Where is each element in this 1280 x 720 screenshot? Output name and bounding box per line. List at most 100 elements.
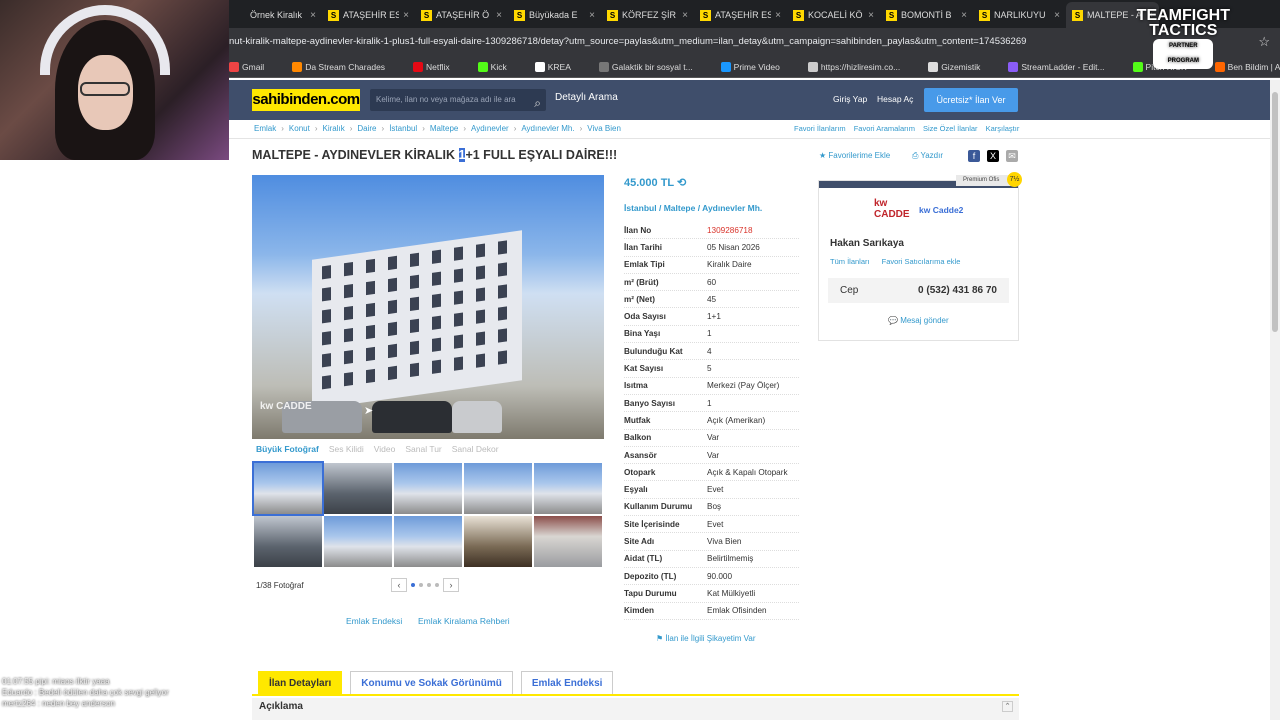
- photo-thumbnail[interactable]: [254, 516, 322, 567]
- rental-guide-link[interactable]: Emlak Kiralama Rehberi: [418, 616, 510, 626]
- emlak-endeksi-link[interactable]: Emlak Endeksi: [346, 616, 402, 626]
- bookmark-item[interactable]: Netflix: [413, 61, 464, 72]
- tab-close-icon[interactable]: ×: [775, 10, 781, 21]
- pager-dot[interactable]: [435, 583, 439, 587]
- photo-thumbnail[interactable]: [464, 463, 532, 514]
- price-history-icon[interactable]: ⟲: [677, 177, 686, 189]
- breadcrumb-item[interactable]: Konut: [289, 124, 310, 133]
- breadcrumb-item[interactable]: Daire: [357, 124, 376, 133]
- account-link[interactable]: Favori İlanlarım: [794, 124, 846, 133]
- login-link[interactable]: Giriş Yap: [833, 94, 867, 104]
- photo-thumbnail[interactable]: [464, 516, 532, 567]
- photo-tab[interactable]: Video: [374, 444, 396, 454]
- breadcrumb-item[interactable]: Viva Bien: [587, 124, 621, 133]
- photo-thumbnail[interactable]: [394, 516, 462, 567]
- prev-photo-button[interactable]: ‹: [391, 578, 407, 592]
- tab-label: ATAŞEHİR ES: [343, 10, 400, 20]
- complaint-link[interactable]: ⚑ İlan ile İlgili Şikayetim Var: [656, 634, 756, 643]
- tab-close-icon[interactable]: ×: [310, 10, 316, 21]
- add-favorite-link[interactable]: ★ Favorilerime Ekle: [819, 151, 890, 160]
- browser-tab[interactable]: S BOMONTİ B ×: [880, 2, 973, 28]
- photo-thumbnail[interactable]: [324, 516, 392, 567]
- breadcrumb-separator: ›: [422, 124, 425, 133]
- bookmark-item[interactable]: Gizemistik: [928, 61, 994, 72]
- bookmark-item[interactable]: https://hizliresim.co...: [807, 61, 914, 72]
- print-link[interactable]: ⎙ Yazdır: [912, 151, 943, 161]
- bookmark-item[interactable]: Da Stream Charades: [292, 61, 399, 72]
- photo-tab[interactable]: Büyük Fotoğraf: [256, 444, 319, 454]
- scrollbar-thumb[interactable]: [1272, 92, 1278, 332]
- tab-close-icon[interactable]: ×: [682, 10, 688, 21]
- breadcrumb-item[interactable]: Aydınevler: [471, 124, 509, 133]
- browser-tab[interactable]: S ATAŞEHİR ES ×: [322, 2, 415, 28]
- tab-close-icon[interactable]: ×: [961, 10, 967, 21]
- send-message-link[interactable]: 💬 Mesaj gönder: [888, 316, 949, 325]
- tab-close-icon[interactable]: ×: [1054, 10, 1060, 21]
- browser-tab[interactable]: S NARLIKUYU ×: [973, 2, 1066, 28]
- tab-close-icon[interactable]: ×: [403, 10, 409, 21]
- office-logo[interactable]: kw CADDE: [874, 198, 914, 220]
- browser-tab[interactable]: S Büyükada E ×: [508, 2, 601, 28]
- photo-thumbnail[interactable]: [252, 461, 324, 516]
- pager-dot[interactable]: [419, 583, 423, 587]
- location-link[interactable]: Maltepe: [664, 203, 696, 213]
- next-photo-button[interactable]: ›: [443, 578, 459, 592]
- photo-thumbnail[interactable]: [394, 463, 462, 514]
- location-link[interactable]: İstanbul: [624, 203, 657, 213]
- post-ad-button[interactable]: Ücretsiz* İlan Ver: [924, 88, 1018, 112]
- favorite-seller-link[interactable]: Favori Satıcılarıma ekle: [882, 257, 961, 266]
- bookmark-item[interactable]: Kick: [477, 61, 521, 72]
- address-bar[interactable]: nut-kiralik-maltepe-aydinevler-kiralik-1…: [229, 28, 1280, 56]
- bookmark-item[interactable]: Prime Video: [720, 61, 794, 72]
- bookmark-item[interactable]: Gmail: [229, 61, 278, 72]
- photo-tab[interactable]: Ses Kilidi: [329, 444, 364, 454]
- building-window: [344, 261, 353, 277]
- tab-close-icon[interactable]: ×: [496, 10, 502, 21]
- account-link[interactable]: Size Özel İlanlar: [923, 124, 978, 133]
- pager-dot[interactable]: [411, 583, 415, 587]
- facebook-share-icon[interactable]: f: [968, 150, 980, 162]
- browser-tab[interactable]: S KÖRFEZ ŞİR ×: [601, 2, 694, 28]
- site-search-input[interactable]: Kelime, ilan no veya mağaza adı ile ara ⌕: [370, 89, 546, 111]
- tab-listing-details[interactable]: İlan Detayları: [258, 671, 343, 694]
- breadcrumb-item[interactable]: Kiralık: [322, 124, 344, 133]
- account-link[interactable]: Karşılaştır: [986, 124, 1020, 133]
- tab-location[interactable]: Konumu ve Sokak Görünümü: [350, 671, 513, 694]
- site-logo[interactable]: sahibinden.com: [252, 89, 360, 111]
- photo-thumbnail[interactable]: [534, 463, 602, 514]
- photo-tab[interactable]: Sanal Dekor: [452, 444, 499, 454]
- photo-thumbnail[interactable]: [534, 516, 602, 567]
- bookmark-star-icon[interactable]: ☆: [1258, 34, 1270, 50]
- page-scrollbar[interactable]: [1270, 80, 1280, 720]
- breadcrumb-item[interactable]: Aydınevler Mh.: [521, 124, 574, 133]
- breadcrumb-item[interactable]: İstanbul: [389, 124, 417, 133]
- search-icon[interactable]: ⌕: [534, 92, 541, 114]
- bookmark-item[interactable]: KREA: [534, 61, 585, 72]
- office-name-link[interactable]: kw Cadde2: [919, 205, 963, 215]
- tab-emlak-endeksi[interactable]: Emlak Endeksi: [520, 671, 614, 694]
- location-link[interactable]: Aydınevler Mh.: [702, 203, 762, 213]
- pager-dot[interactable]: [427, 583, 431, 587]
- browser-tab[interactable]: S ATAŞEHİR Ö ×: [415, 2, 508, 28]
- browser-tab[interactable]: Örnek Kiralık ×: [229, 2, 322, 28]
- email-share-icon[interactable]: ✉: [1006, 150, 1018, 162]
- x-share-icon[interactable]: X: [987, 150, 999, 162]
- breadcrumb-item[interactable]: Maltepe: [430, 124, 458, 133]
- detailed-search-link[interactable]: Detaylı Arama: [555, 92, 618, 103]
- bookmark-item[interactable]: StreamLadder - Edit...: [1008, 61, 1118, 72]
- all-ads-link[interactable]: Tüm İlanları: [830, 257, 870, 266]
- register-link[interactable]: Hesap Aç: [877, 94, 913, 104]
- photo-tab[interactable]: Sanal Tur: [405, 444, 441, 454]
- browser-tab[interactable]: S ATAŞEHİR ES ×: [694, 2, 787, 28]
- browser-tab[interactable]: S KOCAELİ KÖ ×: [787, 2, 880, 28]
- tab-close-icon[interactable]: ×: [589, 10, 595, 21]
- main-photo[interactable]: kw CADDE: [252, 175, 604, 439]
- breadcrumb-item[interactable]: Emlak: [254, 124, 276, 133]
- url-text[interactable]: nut-kiralik-maltepe-aydinevler-kiralik-1…: [229, 31, 1248, 53]
- bookmark-item[interactable]: Galaktik bir sosyal t...: [598, 61, 707, 72]
- account-link[interactable]: Favori Aramalarım: [854, 124, 915, 133]
- tab-close-icon[interactable]: ×: [868, 10, 874, 21]
- phone-box[interactable]: Cep 0 (532) 431 86 70: [828, 278, 1009, 303]
- photo-thumbnail[interactable]: [324, 463, 392, 514]
- collapse-icon[interactable]: ⌃: [1002, 701, 1013, 712]
